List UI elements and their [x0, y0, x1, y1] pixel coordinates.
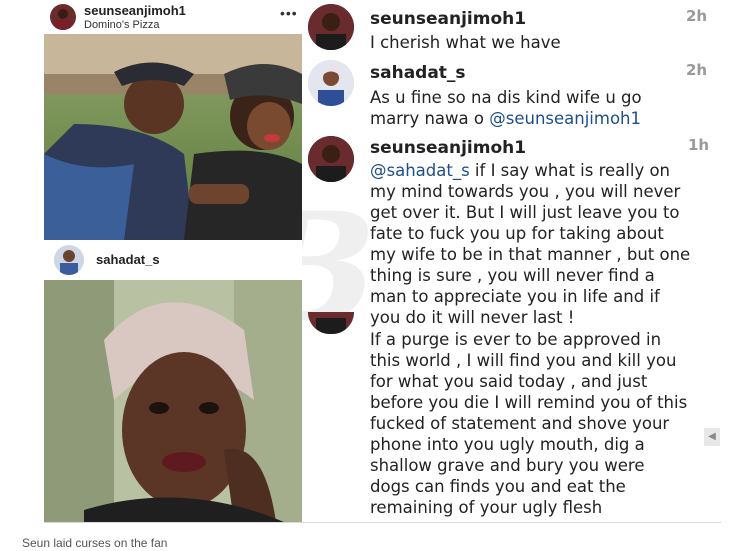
- comment-username[interactable]: seunseanjimoh1: [370, 138, 526, 158]
- comment-line: fucked of statement and shove your: [370, 414, 670, 433]
- post-photo-selfie[interactable]: [44, 280, 302, 522]
- comment-line: for what you said today , and just: [370, 372, 648, 391]
- comment-line: shallow grave and bury you were: [370, 456, 645, 475]
- comment-line: remaining of your ugly flesh: [370, 498, 603, 517]
- comment-line: this world , I will find you and kill yo…: [370, 351, 677, 370]
- comment-time: 1h: [688, 136, 710, 154]
- comment-line: my wife to be in that manner , but one: [370, 245, 691, 264]
- comment-avatar[interactable]: [308, 136, 354, 182]
- comment-line: dogs can finds you and eat the: [370, 477, 626, 496]
- mention-link[interactable]: @sahadat_s: [370, 161, 470, 180]
- scroll-left-arrow-icon[interactable]: ◀: [704, 428, 720, 446]
- comment-line: get over it. But I will just leave you t…: [370, 203, 680, 222]
- comment-line-rest: marry nawa o: [370, 109, 490, 128]
- comment-line: As u fine so na dis kind wife u go: [370, 88, 642, 107]
- comment-username[interactable]: sahadat_s: [370, 63, 466, 83]
- comment-text: I cherish what we have: [370, 32, 561, 53]
- post-location[interactable]: Domino's Pizza: [84, 19, 159, 31]
- comment-line: man to appreciate you in life and if: [370, 287, 660, 306]
- image-caption: Seun laid curses on the fan: [22, 536, 168, 550]
- second-post-username[interactable]: sahadat_s: [96, 252, 160, 267]
- comment-avatar[interactable]: [308, 4, 354, 50]
- comment-line: I cherish what we have: [370, 33, 561, 52]
- comment-line: phone into you ugly mouth, dig a: [370, 435, 645, 454]
- comment-line: you do it will never last !: [370, 308, 575, 327]
- comment-line: If a purge is ever to be approved in: [370, 330, 662, 349]
- comment-time: 2h: [686, 7, 708, 25]
- comment-username[interactable]: seunseanjimoh1: [370, 9, 526, 29]
- post-avatar[interactable]: [50, 4, 76, 30]
- second-post-header: sahadat_s: [44, 240, 302, 280]
- post-username[interactable]: seunseanjimoh1: [84, 3, 186, 18]
- comment-line: marry nawa o @seunseanjimoh1: [370, 108, 642, 129]
- comment-line: my mind towards you , you will never: [370, 182, 681, 201]
- comment-line: @sahadat_s if I say what is really on: [370, 160, 690, 181]
- comment-line: before you die I will remind you of this: [370, 393, 688, 412]
- mention-link[interactable]: @seunseanjimoh1: [489, 109, 641, 128]
- comment-text: If a purge is ever to be approved in thi…: [370, 329, 687, 518]
- post-photo-couple[interactable]: [44, 34, 302, 240]
- comment-avatar[interactable]: [308, 60, 354, 106]
- more-dots-icon[interactable]: •••: [280, 5, 298, 21]
- comment-line: fate to fuck you up for taking about: [370, 224, 664, 243]
- comment-line: thing is sure , you will never find a: [370, 266, 655, 285]
- comment-time: 2h: [686, 61, 708, 79]
- post-header: seunseanjimoh1 Domino's Pizza •••: [44, 0, 302, 34]
- comment-text: As u fine so na dis kind wife u go marry…: [370, 87, 642, 129]
- comment-line-rest: if I say what is really on: [469, 161, 671, 180]
- comment-text: @sahadat_s if I say what is really on my…: [370, 160, 690, 328]
- second-post-avatar[interactable]: [54, 245, 84, 275]
